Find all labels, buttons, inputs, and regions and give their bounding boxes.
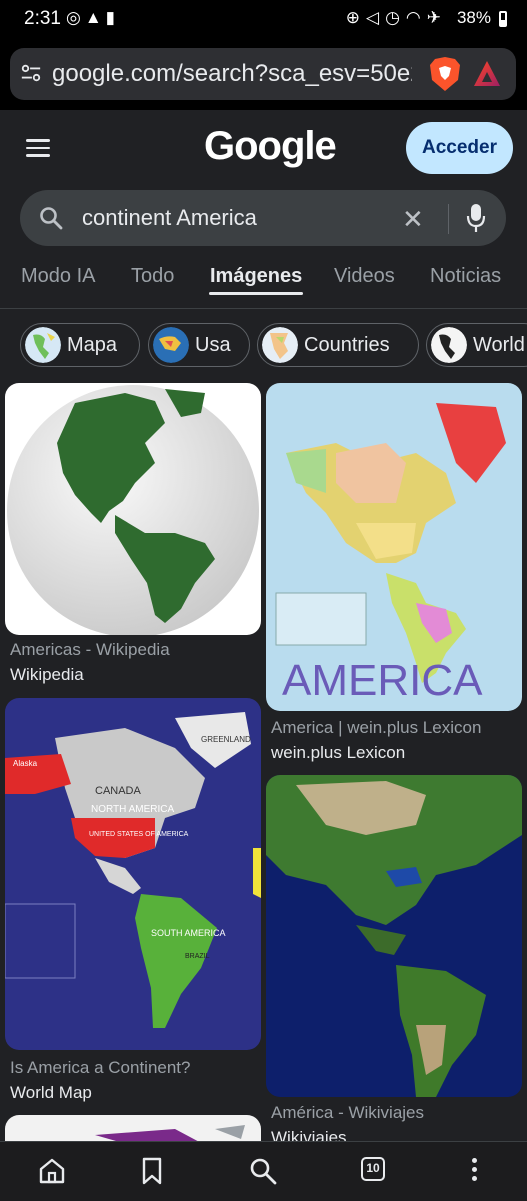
map-label-usa: UNITED STATES OF AMERICA	[89, 831, 189, 838]
menu-icon[interactable]	[26, 139, 50, 159]
result-title[interactable]: Is America a Continent?	[10, 1058, 190, 1078]
refinement-chips: Mapa Usa Countries World	[0, 309, 527, 381]
whatsapp-icon: ◎	[66, 8, 85, 27]
result-image[interactable]	[5, 383, 261, 635]
chip-usa[interactable]: Usa	[148, 323, 250, 367]
result-source[interactable]: World Map	[10, 1083, 92, 1103]
map-label-north-america: NORTH AMERICA	[91, 804, 174, 815]
battery-icon	[499, 11, 507, 27]
chip-thumbnail	[153, 327, 189, 363]
search-input[interactable]: continent America	[82, 205, 257, 231]
microphone-icon[interactable]	[466, 203, 486, 233]
brave-shields-icon[interactable]	[428, 56, 462, 92]
address-bar[interactable]: google.com/search?sca_esv=50e2l	[10, 48, 516, 100]
airplane-icon: ✈	[426, 8, 447, 27]
clear-icon[interactable]: ✕	[402, 204, 424, 235]
result-image[interactable]: AMERICA	[266, 383, 522, 711]
chip-mapa[interactable]: Mapa	[20, 323, 140, 367]
partial-map-image	[95, 1125, 245, 1141]
search-box[interactable]: continent America ✕	[20, 190, 506, 246]
site-settings-icon[interactable]	[20, 62, 42, 84]
result-title[interactable]: America | wein.plus Lexicon	[271, 718, 481, 738]
tab-todo[interactable]: Todo	[131, 265, 174, 288]
continent-map-image: CANADA NORTH AMERICA Alaska GREENLAND UN…	[5, 712, 261, 1028]
globe-image	[7, 385, 259, 635]
system-icons: ⊕◁◷◠✈	[346, 8, 447, 28]
more-options-icon[interactable]	[472, 1158, 478, 1185]
map-label-canada: CANADA	[95, 785, 142, 797]
search-divider	[448, 204, 449, 234]
chip-thumbnail	[431, 327, 467, 363]
status-time: 2:31	[24, 8, 61, 29]
google-logo[interactable]: Google	[204, 124, 337, 169]
map-label-south-america: SOUTH AMERICA	[151, 928, 226, 938]
chip-thumbnail	[25, 327, 61, 363]
tab-videos[interactable]: Videos	[334, 265, 395, 288]
chip-label: World	[473, 334, 525, 356]
browser-bottom-bar: 10	[0, 1141, 527, 1201]
result-title[interactable]: Americas - Wikipedia	[10, 640, 170, 660]
chip-world[interactable]: World	[426, 323, 527, 367]
result-source[interactable]: wein.plus Lexicon	[271, 743, 405, 763]
active-tab-indicator	[209, 292, 303, 295]
chip-thumbnail	[262, 327, 298, 363]
warning-icon: ▲	[84, 8, 106, 27]
result-image[interactable]	[266, 775, 522, 1097]
map-label-brazil: BRAZIL	[185, 953, 210, 960]
url-text[interactable]: google.com/search?sca_esv=50e2l	[52, 60, 412, 88]
satellite-map-image	[266, 775, 522, 1097]
bookmark-icon[interactable]	[137, 1156, 167, 1186]
battery-saver-icon: ▮	[105, 8, 120, 27]
result-image[interactable]	[5, 1115, 261, 1141]
image-results: Americas - Wikipedia Wikipedia AMERICA A…	[0, 381, 527, 1141]
tab-switcher-button[interactable]: 10	[361, 1157, 385, 1181]
map-title: AMERICA	[282, 656, 483, 705]
home-icon[interactable]	[37, 1156, 67, 1186]
result-title[interactable]: América - Wikiviajes	[271, 1103, 424, 1123]
tab-imagenes[interactable]: Imágenes	[210, 265, 302, 288]
battery-percent: 38%	[456, 8, 491, 27]
notification-icons: ◎▲▮	[66, 8, 119, 28]
map-label-alaska: Alaska	[13, 759, 38, 768]
sign-in-button[interactable]: Acceder	[406, 122, 513, 174]
status-bar: 2:31 ◎▲▮ ⊕◁◷◠✈ 38%	[0, 0, 527, 38]
chip-label: Countries	[304, 334, 390, 356]
wifi-icon: ◠	[405, 8, 427, 27]
chip-label: Usa	[195, 334, 231, 356]
chip-countries[interactable]: Countries	[257, 323, 419, 367]
search-icon[interactable]	[248, 1156, 278, 1186]
search-icon	[40, 207, 63, 230]
political-map-image: AMERICA	[275, 403, 506, 705]
map-label-greenland: GREENLAND	[201, 735, 251, 744]
brave-rewards-icon[interactable]	[472, 59, 502, 89]
tab-noticias[interactable]: Noticias	[430, 265, 501, 288]
data-saver-icon: ⊕	[345, 8, 366, 27]
tab-modo-ia[interactable]: Modo IA	[21, 265, 95, 288]
result-source[interactable]: Wikiviajes	[271, 1128, 347, 1141]
result-image[interactable]: CANADA NORTH AMERICA Alaska GREENLAND UN…	[5, 698, 261, 1050]
mute-icon: ◁	[365, 8, 386, 27]
result-source[interactable]: Wikipedia	[10, 665, 84, 685]
alarm-icon: ◷	[385, 8, 406, 27]
chip-label: Mapa	[67, 334, 118, 356]
